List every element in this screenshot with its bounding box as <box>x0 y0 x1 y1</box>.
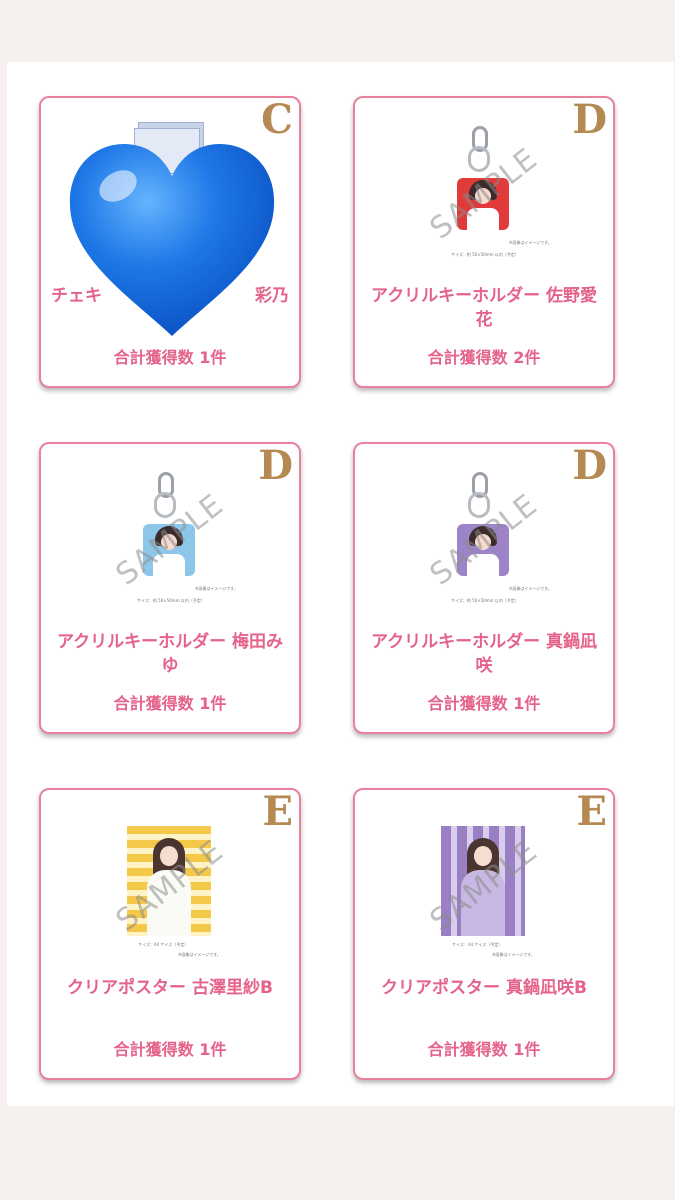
bottom-band <box>0 1106 675 1200</box>
rank-badge: E <box>262 788 294 835</box>
size-note: サイズ：A4 サイズ（予定） <box>138 942 189 947</box>
rank-badge: C <box>261 96 293 143</box>
image-note: ※画像はイメージです。 <box>195 586 238 591</box>
item-count: 合計獲得数 2件 <box>427 348 541 367</box>
rank-badge: D <box>258 442 293 489</box>
item-count: 合計獲得数 1件 <box>113 1040 227 1059</box>
image-note: ※画像はイメージです。 <box>509 240 552 245</box>
image-note: ※画像はイメージです。 <box>178 952 221 957</box>
item-count: 合計獲得数 1件 <box>113 694 227 713</box>
size-note: サイズ：約 50×50mm 以内（予定） <box>137 598 205 603</box>
image-note: ※画像はイメージです。 <box>509 586 552 591</box>
size-note: サイズ：A4 サイズ（予定） <box>452 942 503 947</box>
blue-heart-icon <box>69 144 275 336</box>
item-name: アクリルキーホルダー 真鍋凪咲 <box>370 632 598 676</box>
item-count: 合計獲得数 1件 <box>113 348 227 367</box>
item-count: 合計獲得数 1件 <box>427 694 541 713</box>
top-band <box>0 0 675 62</box>
item-card-poster-manabe[interactable]: E サイズ：A4 サイズ（予定） ※画像はイメージです。 SAMPLE クリアポ… <box>353 788 615 1080</box>
rank-badge: E <box>576 788 608 835</box>
image-note: ※画像はイメージです。 <box>492 952 535 957</box>
item-card-keychain-sano[interactable]: D ※画像はイメージです。 サイズ：約 50×50mm 以内（予定） SAMPL… <box>353 96 615 388</box>
item-card-poster-furusawa[interactable]: E サイズ：A4 サイズ（予定） ※画像はイメージです。 SAMPLE クリアポ… <box>39 788 301 1080</box>
item-name: クリアポスター 古澤里紗B <box>67 978 273 998</box>
item-name: クリアポスター 真鍋凪咲B <box>381 978 587 998</box>
item-name: アクリルキーホルダー 梅田みゆ <box>56 632 284 676</box>
size-note: サイズ：約 50×50mm 以内（予定） <box>451 598 519 603</box>
item-card-keychain-manabe[interactable]: D ※画像はイメージです。 サイズ：約 50×50mm 以内（予定） SAMPL… <box>353 442 615 734</box>
size-note: サイズ：約 50×50mm 以内（予定） <box>451 252 519 257</box>
item-name: アクリルキーホルダー 佐野愛花 <box>370 286 598 330</box>
item-count: 合計獲得数 1件 <box>427 1040 541 1059</box>
rank-badge: D <box>572 442 607 489</box>
item-card-keychain-umeda[interactable]: D ※画像はイメージです。 サイズ：約 50×50mm 以内（予定） SAMPL… <box>39 442 301 734</box>
rank-badge: D <box>572 96 607 143</box>
